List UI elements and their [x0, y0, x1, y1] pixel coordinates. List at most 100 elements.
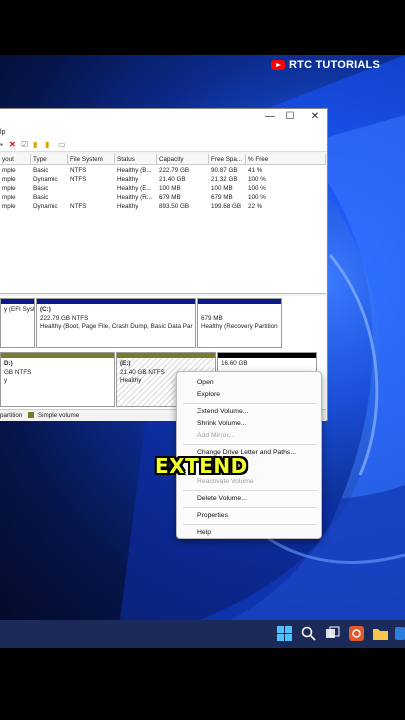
- table-cell: 41 %: [248, 167, 263, 174]
- table-row[interactable]: mple Basic NTFS Healthy (B... 222.79 GB 90.87…: [0, 166, 326, 175]
- menu-delete-volume[interactable]: Delete Volume...: [197, 495, 247, 502]
- close-button[interactable]: ✕: [305, 110, 325, 124]
- volume-status: y: [4, 377, 8, 384]
- search-icon[interactable]: [300, 625, 317, 642]
- app-icon[interactable]: [348, 625, 365, 642]
- col-layout[interactable]: yout: [0, 154, 31, 165]
- channel-brand: RTC TUTORIALS: [271, 59, 380, 71]
- disk0-efi-partition[interactable]: y (EFI Syste: [0, 298, 35, 348]
- partition-status: y (EFI Syste: [4, 306, 35, 313]
- unallocated-size: 16.60 GB: [221, 360, 248, 367]
- caption-text: EXTEND: [155, 454, 248, 478]
- table-cell: 100 MB: [211, 185, 233, 192]
- volume-list: yout Type File System Status Capacity Fr…: [0, 154, 326, 294]
- partition-label: [201, 306, 278, 315]
- disk0-c-partition[interactable]: (C:) 222.79 GB NTFS Healthy (Boot, Page …: [36, 298, 196, 348]
- legend-simple-volume: Simple volume: [37, 412, 80, 419]
- menu-open[interactable]: Open: [197, 379, 214, 386]
- col-percent-free[interactable]: % Free: [246, 154, 326, 165]
- menu-separator: [183, 403, 317, 404]
- table-cell: mple: [2, 194, 16, 201]
- menu-separator: [183, 444, 317, 445]
- simple-volume-swatch: [28, 411, 35, 418]
- maximize-button[interactable]: ☐: [280, 110, 300, 124]
- menu-help[interactable]: lp: [0, 129, 5, 136]
- table-cell: 100 %: [248, 176, 266, 183]
- toolbar: ▪ ✕ ☑ ▮ ▮ ▭: [0, 139, 327, 152]
- table-cell: 90.87 GB: [211, 167, 238, 174]
- file-explorer-icon[interactable]: [372, 625, 389, 642]
- youtube-icon: [271, 60, 285, 70]
- partition-size: 222.79 GB NTFS: [40, 314, 89, 322]
- partition-size: 679 MB: [201, 314, 223, 322]
- menu-help[interactable]: Help: [197, 529, 211, 536]
- minimize-button[interactable]: —: [260, 110, 280, 124]
- table-cell: 100 %: [248, 194, 266, 201]
- table-row[interactable]: mple Basic Healthy (E... 100 MB 100 MB 100 %: [0, 184, 326, 193]
- channel-name: RTC TUTORIALS: [289, 59, 381, 71]
- volume-label: (E:): [120, 360, 131, 367]
- table-cell: mple: [2, 167, 16, 174]
- table-cell: 679 MB: [159, 194, 181, 201]
- menu-shrink-volume[interactable]: Shrink Volume...: [197, 420, 247, 427]
- table-cell: mple: [2, 203, 16, 210]
- check-icon[interactable]: ☑: [21, 141, 29, 149]
- folder-icon[interactable]: ▮: [45, 141, 53, 149]
- view-icon[interactable]: ▭: [58, 141, 66, 149]
- partition-label: (C:): [40, 306, 51, 313]
- volume-label: D:): [4, 360, 13, 367]
- table-cell: NTFS: [70, 203, 87, 210]
- col-capacity[interactable]: Capacity: [157, 154, 209, 165]
- table-row[interactable]: mple Dynamic NTFS Healthy 21.40 GB 21.32 GB 10…: [0, 175, 326, 184]
- table-cell: 22 %: [248, 203, 263, 210]
- table-cell: Basic: [33, 167, 49, 174]
- taskbar: [0, 620, 405, 648]
- partition-status: Healthy (Boot, Page File, Crash Dump, Ba…: [40, 323, 193, 330]
- table-cell: Dynamic: [33, 176, 58, 183]
- menu-explore[interactable]: Explore: [197, 391, 220, 398]
- table-cell: Healthy (E...: [117, 185, 152, 192]
- table-cell: 100 MB: [159, 185, 181, 192]
- menu-extend-volume[interactable]: Extend Volume...: [197, 408, 248, 415]
- windows-start-icon[interactable]: [276, 625, 293, 642]
- table-cell: 222.79 GB: [159, 167, 190, 174]
- table-row[interactable]: mple Basic Healthy (R... 679 MB 679 MB 100 %: [0, 193, 326, 202]
- menu-bar: lp: [0, 126, 327, 139]
- app-icon-2[interactable]: [395, 625, 405, 642]
- table-cell: mple: [2, 176, 16, 183]
- legend-partition: partition: [0, 412, 23, 419]
- col-free-space[interactable]: Free Spa...: [209, 154, 246, 165]
- table-cell: Basic: [33, 194, 49, 201]
- menu-add-mirror[interactable]: Add Mirror...: [197, 432, 234, 439]
- partition-status: Healthy (Recovery Partition: [201, 323, 278, 330]
- window-titlebar: — ☐ ✕: [0, 109, 327, 126]
- table-cell: 679 MB: [211, 194, 233, 201]
- table-row[interactable]: mple Dynamic NTFS Healthy 893.50 GB 199.68 GB…: [0, 202, 326, 211]
- table-cell: Healthy (R...: [117, 194, 152, 201]
- col-type[interactable]: Type: [31, 154, 68, 165]
- menu-separator: [183, 524, 317, 525]
- menu-properties[interactable]: Properties: [197, 512, 228, 519]
- task-view-icon[interactable]: [324, 625, 341, 642]
- arrow-icon[interactable]: ▪: [0, 141, 8, 149]
- table-cell: 21.40 GB: [159, 176, 186, 183]
- table-cell: NTFS: [70, 176, 87, 183]
- key-icon[interactable]: ▮: [33, 141, 41, 149]
- col-status[interactable]: Status: [115, 154, 157, 165]
- table-cell: Healthy (B...: [117, 167, 152, 174]
- video-caption: EXTEND: [155, 454, 248, 478]
- menu-reactivate-volume[interactable]: Reactivate Volume: [197, 478, 254, 485]
- video-top-band: [0, 0, 405, 55]
- col-file-system[interactable]: File System: [68, 154, 115, 165]
- table-cell: 100 %: [248, 185, 266, 192]
- video-bottom-band: [0, 648, 405, 720]
- volume-list-header: yout Type File System Status Capacity Fr…: [0, 154, 326, 165]
- disk0-recovery-partition[interactable]: 679 MB Healthy (Recovery Partition: [197, 298, 282, 348]
- disk1-d-volume[interactable]: D:) GB NTFS y: [0, 352, 115, 407]
- table-cell: Healthy: [117, 176, 139, 183]
- menu-separator: [183, 490, 317, 491]
- menu-separator: [183, 507, 317, 508]
- table-cell: Basic: [33, 185, 49, 192]
- table-cell: 21.32 GB: [211, 176, 238, 183]
- delete-icon[interactable]: ✕: [9, 141, 17, 149]
